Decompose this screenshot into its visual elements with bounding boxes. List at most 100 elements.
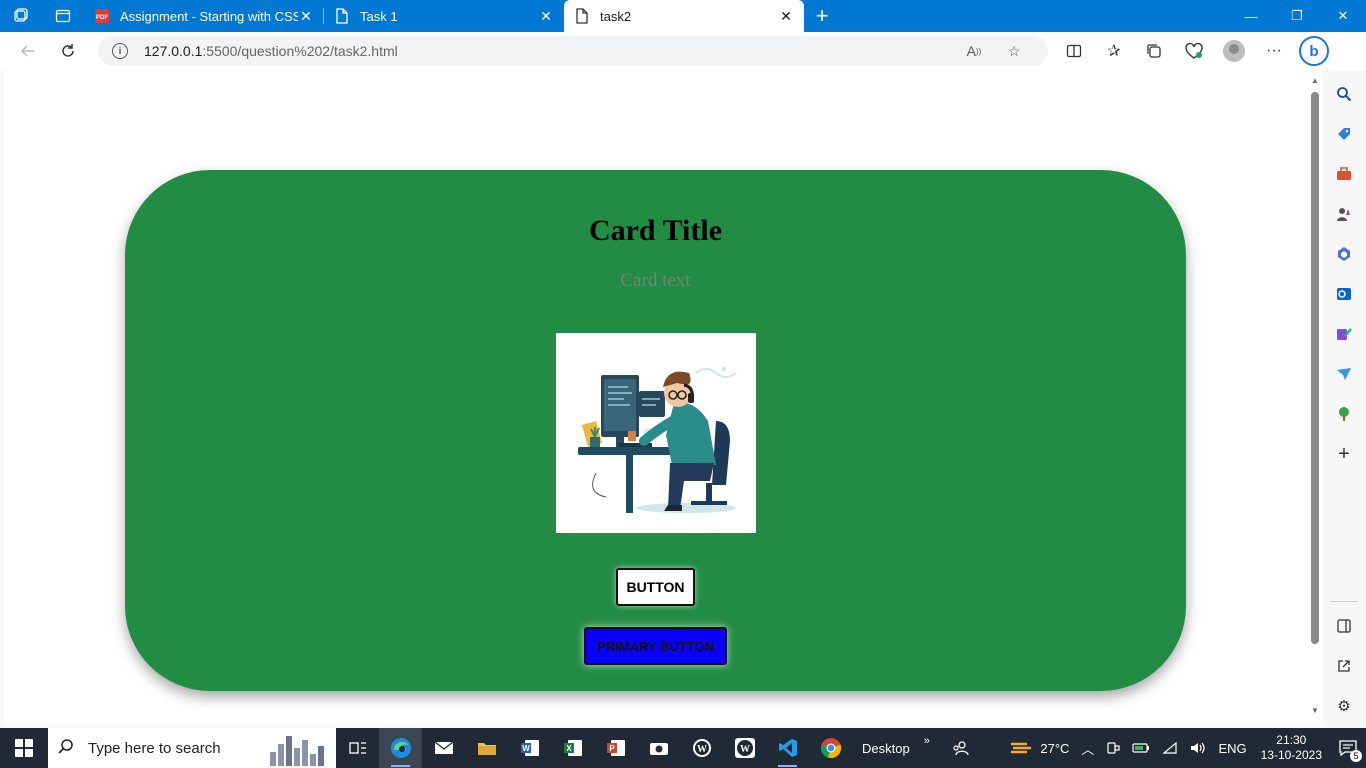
clock[interactable]: 21:30 13-10-2023: [1253, 733, 1330, 763]
card: Card Title Card text BUTTON PRIMARY BUTT…: [125, 170, 1186, 691]
volume-icon[interactable]: [1184, 728, 1212, 768]
primary-button[interactable]: PRIMARY BUTTON: [584, 627, 727, 665]
tab-assignment[interactable]: PDF Assignment - Starting with CSS.p ✕: [84, 0, 324, 32]
word-icon[interactable]: W: [508, 728, 551, 768]
file-explorer-icon[interactable]: [465, 728, 508, 768]
task-view-icon[interactable]: [336, 728, 379, 768]
search-icon[interactable]: [1328, 78, 1360, 110]
powerpoint-icon[interactable]: P: [594, 728, 637, 768]
site-info-icon[interactable]: i: [112, 43, 128, 59]
people-icon[interactable]: [940, 728, 983, 768]
avatar: [1223, 40, 1245, 62]
games-icon[interactable]: [1328, 198, 1360, 230]
open-external-icon[interactable]: [1328, 650, 1360, 682]
new-tab-button[interactable]: +: [804, 0, 840, 32]
minimize-icon[interactable]: —: [1228, 0, 1274, 32]
send-icon[interactable]: [1328, 358, 1360, 390]
tools-icon[interactable]: [1328, 158, 1360, 190]
desktop-toolbar[interactable]: Desktop »: [852, 728, 940, 768]
search-placeholder: Type here to search: [88, 739, 221, 757]
input-language[interactable]: ENG: [1212, 728, 1252, 768]
close-icon[interactable]: ✕: [538, 8, 554, 24]
city-skyline-icon: [262, 730, 332, 766]
tab-task1[interactable]: Task 1 ✕: [324, 0, 564, 32]
battery-icon[interactable]: [1126, 728, 1156, 768]
microsoft-365-icon[interactable]: [1328, 238, 1360, 270]
page-scrollbar[interactable]: ▲ ▼: [1308, 70, 1322, 724]
vscode-icon[interactable]: [766, 728, 809, 768]
tree-icon[interactable]: [1328, 398, 1360, 430]
favorites-icon[interactable]: ✰: [1094, 35, 1134, 67]
bing-copilot-button[interactable]: b: [1294, 35, 1334, 67]
scroll-down-icon[interactable]: ▼: [1311, 706, 1319, 715]
svg-text:X: X: [566, 744, 572, 753]
more-menu-icon[interactable]: ···: [1254, 35, 1294, 67]
page-viewport: Card Title Card text BUTTON PRIMARY BUTT…: [4, 70, 1308, 724]
read-aloud-icon[interactable]: A)): [954, 43, 994, 59]
browser-toolbar: i 127.0.0.1:5500/question%202/task2.html…: [0, 32, 1366, 70]
tab-task2[interactable]: task2 ✕: [564, 0, 804, 32]
weather-widget[interactable]: 27°C: [1004, 728, 1075, 768]
tab-label: Task 1: [360, 8, 398, 24]
pdf-icon: PDF: [94, 8, 110, 24]
workspaces-icon[interactable]: [0, 0, 42, 32]
clock-time: 21:30: [1276, 733, 1307, 747]
button[interactable]: BUTTON: [616, 568, 695, 606]
windows-taskbar: Type here to search W X P W W Desktop »: [0, 728, 1366, 768]
camera-icon[interactable]: [637, 728, 680, 768]
close-icon[interactable]: ✕: [298, 8, 314, 24]
back-icon[interactable]: [8, 35, 48, 67]
windows-start-icon[interactable]: [0, 728, 48, 768]
tab-actions-icon[interactable]: [42, 0, 84, 32]
browser-tab-strip: PDF Assignment - Starting with CSS.p ✕ T…: [0, 0, 1366, 32]
sidebar-panel-icon[interactable]: [1328, 610, 1360, 642]
edge-taskbar-icon[interactable]: [379, 728, 422, 768]
split-screen-icon[interactable]: [1054, 35, 1094, 67]
refresh-icon[interactable]: [48, 35, 88, 67]
weather-icon: [1010, 738, 1032, 759]
tray-device-icon[interactable]: [1100, 728, 1126, 768]
show-hidden-icons-chevron-up-icon[interactable]: ︿: [1075, 728, 1100, 768]
wordpress-app-icon[interactable]: W: [723, 728, 766, 768]
settings-gear-icon[interactable]: ⚙: [1328, 690, 1360, 722]
browser-essentials-icon[interactable]: [1174, 35, 1214, 67]
mail-icon[interactable]: [422, 728, 465, 768]
developer-illustration-icon: [578, 367, 737, 513]
taskbar-search-box[interactable]: Type here to search: [48, 728, 336, 768]
tab-label: Assignment - Starting with CSS.p: [120, 8, 298, 24]
outlook-icon[interactable]: [1328, 278, 1360, 310]
toolbar-right-icons: ✰ ··· b: [1054, 35, 1334, 67]
card-text: Card text: [620, 270, 691, 291]
shopping-tag-icon[interactable]: [1328, 118, 1360, 150]
excel-icon[interactable]: X: [551, 728, 594, 768]
restore-icon[interactable]: ❐: [1274, 0, 1320, 32]
url-text[interactable]: 127.0.0.1:5500/question%202/task2.html: [144, 43, 954, 59]
desktop-label: Desktop: [862, 740, 910, 756]
card-image: [556, 333, 756, 533]
url-host: 127.0.0.1: [144, 43, 203, 59]
document-icon: [334, 8, 350, 24]
designer-icon[interactable]: [1328, 318, 1360, 350]
temperature: 27°C: [1040, 740, 1070, 756]
profile-button[interactable]: [1214, 35, 1254, 67]
chrome-icon[interactable]: [809, 728, 852, 768]
close-icon[interactable]: ✕: [778, 8, 794, 24]
scrollbar-thumb[interactable]: [1311, 92, 1319, 644]
address-bar[interactable]: i 127.0.0.1:5500/question%202/task2.html…: [98, 36, 1048, 66]
window-controls: — ❐ ✕: [1228, 0, 1366, 32]
svg-text:W: W: [522, 744, 530, 753]
wifi-icon[interactable]: [1156, 728, 1184, 768]
collections-icon[interactable]: [1134, 35, 1174, 67]
chevron-right-icon: »: [923, 735, 930, 747]
tab-label: task2: [600, 8, 632, 24]
add-icon[interactable]: +: [1328, 438, 1360, 470]
search-icon: [58, 738, 78, 759]
wordpress-icon[interactable]: W: [680, 728, 723, 768]
svg-text:PDF: PDF: [96, 15, 108, 21]
card-title: Card Title: [588, 214, 723, 247]
notification-center-icon[interactable]: 5: [1330, 728, 1366, 768]
favorite-star-icon[interactable]: ☆: [994, 43, 1034, 60]
svg-text:W: W: [697, 744, 707, 755]
close-window-icon[interactable]: ✕: [1320, 0, 1366, 32]
scroll-up-icon[interactable]: ▲: [1311, 76, 1319, 85]
